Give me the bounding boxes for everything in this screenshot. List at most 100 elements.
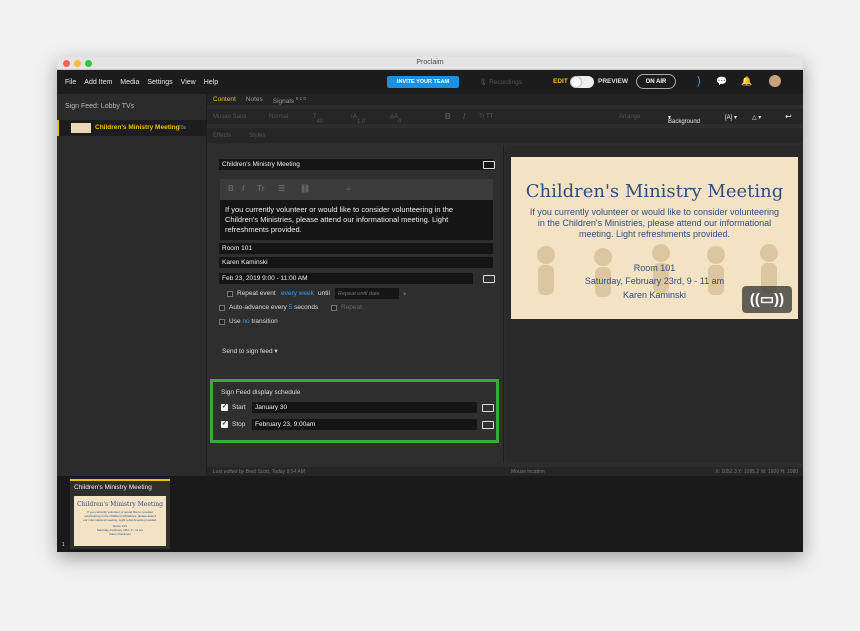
title-bar: Proclaim (57, 57, 803, 70)
description-textarea[interactable]: If you currently volunteer or would like… (220, 200, 493, 240)
window-title: Proclaim (416, 59, 444, 66)
slide-preview: Children's Ministry Meeting If you curre… (511, 157, 798, 319)
app-window: Proclaim File Add Item Media Settings Vi… (57, 57, 803, 552)
menu-add-item[interactable]: Add Item (84, 79, 112, 86)
rt-link-icon[interactable]: ⛓ (300, 184, 310, 193)
send-label: Send to sign feed (222, 348, 273, 355)
menu-file[interactable]: File (65, 79, 76, 86)
weight-select[interactable]: Normal (269, 114, 288, 120)
transition-label: Use no transition (229, 318, 278, 325)
tab-signals[interactable]: Signals 0 1 0 (273, 94, 306, 105)
last-edited-text: Last edited by Brett Scott, Today 9:54 A… (213, 469, 305, 475)
repeat-checkbox[interactable] (331, 305, 337, 311)
invite-team-button[interactable]: INVITE YOUR TEAM (387, 76, 459, 88)
title-input[interactable]: Children's Ministry Meeting (219, 159, 493, 170)
arrange-select[interactable]: Arrange (619, 114, 640, 120)
slide-strip: Children's Ministry Meeting Children's M… (57, 476, 803, 552)
stop-label: Stop (232, 421, 246, 428)
spacing-value: 0 (398, 119, 402, 125)
shape-icon[interactable]: △ ▾ (752, 114, 761, 121)
slide-card[interactable]: Children's Ministry Meeting Children's M… (70, 479, 170, 549)
auto-advance-checkbox[interactable] (219, 305, 225, 311)
transition-checkbox[interactable] (219, 319, 225, 325)
start-date-input[interactable]: January 30 (252, 402, 477, 413)
transition-word: transition (251, 318, 278, 325)
font-size-field[interactable]: T 40 (313, 114, 323, 125)
bold-button[interactable]: B (445, 112, 451, 121)
sidebar-item-label: Children's Ministry Meeting (95, 124, 180, 131)
text-case-button[interactable]: Tr TT (479, 114, 493, 120)
coordinates-readout: X: 1052.3 Y: 1085.2 W: 1920 H: 1080 (715, 469, 798, 475)
stop-checkbox[interactable]: ✓ (221, 421, 228, 428)
schedule-title: Sign Feed display schedule (221, 389, 301, 396)
repeat-frequency-link[interactable]: every week (281, 290, 314, 297)
datetime-calendar-icon[interactable] (483, 275, 495, 283)
thumb-presenter: Karen Kaminski (109, 532, 131, 536)
bell-icon[interactable]: 🔔 (741, 76, 752, 87)
start-label: Start (232, 404, 246, 411)
slide-card-thumbnail: Children's Ministry Meeting If you curre… (74, 496, 166, 546)
recordings-label: Recordings (489, 79, 522, 86)
until-dropdown-icon[interactable]: ▾ (403, 290, 406, 298)
stop-date-input[interactable]: February 23, 9:00am (252, 419, 477, 430)
status-bar: Last edited by Brett Scott, Today 9:54 A… (207, 467, 803, 476)
sign-feed-header: Sign Feed: Lobby TVs (65, 103, 135, 110)
rt-italic-icon[interactable]: I (242, 184, 244, 193)
slide-index: 1 (62, 542, 65, 548)
thumb-description: If you currently volunteer or would like… (83, 510, 157, 522)
menu-settings[interactable]: Settings (147, 79, 172, 86)
signals-badge: 0 1 0 (295, 96, 306, 101)
font-size-value: 40 (316, 119, 324, 125)
font-select[interactable]: Museo Sans (213, 114, 246, 120)
background-select[interactable]: Background ▾ (668, 114, 700, 125)
mouse-location-label: Mouse location (511, 469, 545, 475)
presenter-input[interactable]: Karen Kaminski (219, 257, 493, 268)
styles-select[interactable]: Styles (249, 133, 265, 139)
transition-select[interactable]: no (242, 318, 249, 325)
recordings-button[interactable]: 🎙 Recordings (479, 78, 522, 86)
menu-view[interactable]: View (181, 79, 196, 86)
format-toolbar: Museo Sans Normal T 40 ↕A 1.0 A̲A 0 B I … (207, 109, 803, 125)
sign-feed-schedule-panel: Sign Feed display schedule ✓ Start Janua… (210, 379, 499, 443)
undo-icon[interactable]: ↩ (785, 112, 792, 121)
tab-notes[interactable]: Notes (246, 94, 263, 105)
effects-select[interactable]: Effects (213, 133, 231, 139)
edit-preview-toggle[interactable] (570, 76, 594, 88)
on-air-button[interactable]: ON AIR (636, 74, 676, 89)
stop-calendar-icon[interactable] (482, 421, 494, 429)
tab-signals-label: Signals (272, 98, 295, 106)
rt-bold-icon[interactable]: B (228, 184, 234, 193)
use-label: Use (229, 318, 241, 325)
sidebar-item-childrens-ministry[interactable]: Children's Ministry Meeting 20s (57, 120, 207, 136)
location-input[interactable]: Room 101 (219, 243, 493, 254)
chat-icon[interactable]: 💬 (716, 76, 727, 87)
sync-icon[interactable]: ) (697, 75, 701, 87)
tab-content[interactable]: Content (213, 94, 236, 105)
italic-button[interactable]: I (463, 112, 465, 121)
rt-list-icon[interactable]: ☰ (278, 184, 285, 193)
repeat-until-input[interactable] (335, 288, 399, 299)
start-checkbox[interactable]: ✓ (221, 404, 228, 411)
datetime-input[interactable]: Feb 23, 2019 9:00 - 11:00 AM (219, 273, 473, 284)
line-height-field[interactable]: ↕A 1.0 (350, 114, 365, 125)
menu-help[interactable]: Help (204, 79, 218, 86)
slide-card-label: Children's Ministry Meeting (74, 484, 152, 491)
auto-advance-post: seconds (294, 304, 319, 311)
repeat-event-checkbox[interactable] (227, 291, 233, 297)
spacing-field[interactable]: A̲A 0 (390, 114, 401, 125)
calendar-icon[interactable] (483, 161, 495, 169)
text-box-icon[interactable]: [A] ▾ (725, 114, 737, 121)
auto-advance-seconds[interactable]: 5 (289, 304, 293, 311)
menu-media[interactable]: Media (120, 79, 139, 86)
rt-text-size-icon[interactable]: Tr (257, 184, 265, 193)
avatar[interactable] (769, 75, 781, 87)
thumb-title: Children's Ministry Meeting (77, 501, 163, 508)
sidebar-item-duration: 20s (178, 125, 187, 131)
start-calendar-icon[interactable] (482, 404, 494, 412)
preview-date: Saturday, February 23rd, 9 - 11 am (584, 276, 725, 286)
broadcast-icon[interactable]: ((▭)) (742, 286, 792, 313)
rt-align-icon[interactable]: ≡ (346, 184, 351, 193)
until-label: until (318, 290, 330, 297)
slide-editor: Children's Ministry Meeting B I Tr ☰ ⛓ ≡… (207, 145, 504, 463)
send-to-sign-feed-button[interactable]: Send to sign feed ▾ (222, 347, 278, 355)
